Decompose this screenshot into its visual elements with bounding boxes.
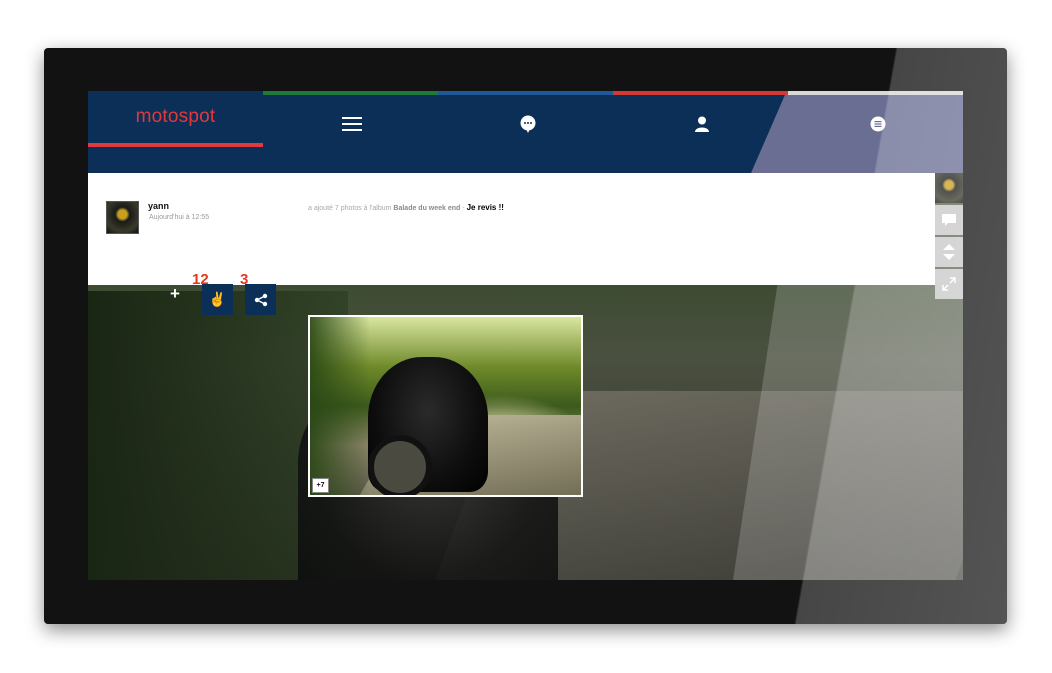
chat-icon[interactable] bbox=[508, 109, 548, 139]
logo-underline bbox=[88, 143, 263, 147]
color-stripes bbox=[263, 91, 963, 95]
action-prefix: a ajouté 7 photos à l'album bbox=[308, 205, 392, 212]
collapse-icon[interactable] bbox=[935, 237, 963, 267]
share-icon bbox=[254, 293, 267, 306]
post-card: yann Aujourd'hui à 12:55 a ajouté 7 phot… bbox=[88, 173, 935, 285]
list-icon[interactable] bbox=[858, 109, 898, 139]
tablet-frame: motospot yann Aujourd'hui à 12:55 a ajou… bbox=[44, 48, 1007, 624]
album-photo[interactable]: +7 bbox=[308, 315, 583, 497]
post-action-text: a ajouté 7 photos à l'album Balade du we… bbox=[308, 203, 504, 212]
more-photos-badge[interactable]: +7 bbox=[312, 478, 329, 493]
side-avatar[interactable] bbox=[935, 173, 963, 203]
victory-hand-icon: ✌ bbox=[208, 291, 227, 307]
app-screen: motospot yann Aujourd'hui à 12:55 a ajou… bbox=[88, 91, 963, 580]
add-reaction-button[interactable]: + bbox=[168, 284, 182, 304]
comment-icon[interactable] bbox=[935, 205, 963, 235]
share-button[interactable] bbox=[245, 284, 276, 315]
nav-highlight bbox=[751, 95, 963, 173]
avatar[interactable] bbox=[106, 201, 139, 234]
user-icon[interactable] bbox=[682, 109, 722, 139]
top-nav: motospot bbox=[88, 91, 963, 173]
post-username[interactable]: yann bbox=[148, 201, 169, 211]
post-timestamp: Aujourd'hui à 12:55 bbox=[149, 214, 210, 221]
victory-button[interactable]: ✌ bbox=[202, 284, 233, 315]
logo[interactable]: motospot bbox=[88, 91, 263, 143]
menu-icon[interactable] bbox=[332, 109, 372, 139]
expand-icon[interactable] bbox=[935, 269, 963, 299]
album-link[interactable]: Balade du week end bbox=[393, 205, 460, 212]
separator: - bbox=[462, 205, 465, 212]
post-comment: Je revis !! bbox=[466, 203, 504, 212]
